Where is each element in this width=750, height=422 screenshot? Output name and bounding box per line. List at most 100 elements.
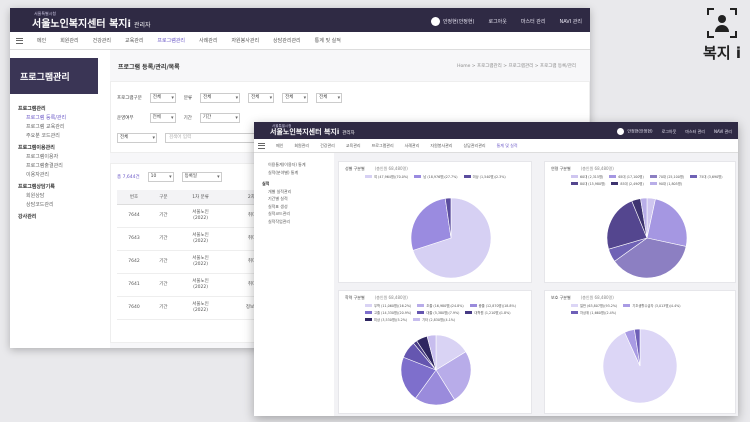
legend-swatch xyxy=(649,182,657,185)
legend-label: 기초생활수급자 (3,013명)(4.4%) xyxy=(632,304,681,308)
sidebar-item[interactable]: 상담코드관리 xyxy=(18,201,98,210)
menu-icon[interactable] xyxy=(16,37,23,44)
extra-link[interactable]: NAVI 관리 xyxy=(559,18,582,25)
category-select-3[interactable]: 전체 xyxy=(282,93,309,103)
legend-item: 90대 (1,805명) xyxy=(649,181,682,186)
legend-label: 75대 (3,690명) xyxy=(699,175,723,179)
table-cell: 기간 xyxy=(151,296,176,320)
legend-swatch xyxy=(463,175,471,178)
filter-label-status: 운영여부 xyxy=(117,116,134,121)
sidebar-item[interactable]: 프로그램출결관리 xyxy=(18,162,98,171)
nav-item-volunteer[interactable]: 자원봉사관리 xyxy=(430,143,452,149)
period-from[interactable]: 기간 xyxy=(199,113,240,123)
sidebar-item[interactable]: 실적코드관리 xyxy=(262,210,334,218)
search-field-select[interactable]: 전체 xyxy=(117,133,157,143)
sidebar-item[interactable]: 프로그램 교육관리 xyxy=(18,123,98,132)
app-header: 서울특별시청 서울노인복지센터 복지i 관리자 안정현(안정현) 로그아웃 마스터… xyxy=(254,122,738,139)
sidebar-group[interactable]: 프로그램이용관리 xyxy=(18,144,98,153)
legend-label: 미상 (3,530명)(5.2%) xyxy=(374,318,408,322)
legend-item: 무학 (11,060명)(16.2%) xyxy=(365,303,411,308)
sidebar-item[interactable]: 프로그램이용자 xyxy=(18,153,98,162)
sidebar-item[interactable]: 주요분 코드관리 xyxy=(18,132,98,141)
mypage-link[interactable]: 마스터 관리 xyxy=(685,129,705,135)
sort-select[interactable]: 등록일 xyxy=(181,172,222,182)
nav-item-stats[interactable]: 통계 및 실적 xyxy=(497,143,518,149)
avatar-icon xyxy=(617,128,625,135)
logout-link[interactable]: 로그아웃 xyxy=(488,18,506,25)
app-header: 서울특별시청 서울노인복지센터 복지i 관리자 안정현(안정현) 로그아웃 마스터… xyxy=(10,8,590,32)
pie-chart-gender xyxy=(411,198,491,278)
sidebar-item[interactable]: 실적표 생성 xyxy=(262,203,334,211)
table-cell: 서울노인 (2022) xyxy=(175,296,226,320)
legend-label: 차상위 (1,660명)(2.4%) xyxy=(580,311,617,315)
table-cell: 기간 xyxy=(151,273,176,297)
search-input[interactable]: 검색어 입력 xyxy=(165,133,260,143)
sidebar-item[interactable]: 실적작업관리 xyxy=(262,218,334,226)
category-select-2[interactable]: 전체 xyxy=(248,93,275,103)
user-menu[interactable]: 안정현(안정현) xyxy=(617,128,653,135)
sidebar-item[interactable]: 이용통계(이용자) 통계 xyxy=(262,161,334,169)
legend-label: 65대 (17,100명) xyxy=(618,175,644,179)
nav-item-program[interactable]: 프로그램관리 xyxy=(157,37,185,44)
pie-chart-protection xyxy=(603,329,677,403)
sidebar-item[interactable]: 기간별 실적 xyxy=(262,195,334,203)
chart-title: 보호 구분별 (총인원 68,480명) xyxy=(551,295,614,300)
nav-item-case[interactable]: 사례관리 xyxy=(199,37,217,44)
logout-link[interactable]: 로그아웃 xyxy=(662,129,677,135)
user-menu[interactable]: 안정현(안정현) xyxy=(430,16,474,26)
nav-item-home[interactable]: 메인 xyxy=(276,143,283,149)
type-select[interactable]: 전체 xyxy=(149,93,176,103)
legend-swatch xyxy=(571,175,578,178)
sidebar-group[interactable]: 실적 xyxy=(262,180,334,188)
sidebar-item[interactable]: 프로그램 등록/관리 xyxy=(18,114,98,123)
legend-swatch xyxy=(571,182,578,185)
status-select[interactable]: 전체 xyxy=(149,113,176,123)
sidebar-item[interactable]: 이용자관리 xyxy=(18,171,98,180)
chart-card-age: 연령 구분별 (총인원 68,480명) 60대 (2,315명) 65대 (17,… xyxy=(544,161,736,283)
nav-item-health[interactable]: 건강관리 xyxy=(320,143,335,149)
sidebar-group[interactable]: 프로그램관리 xyxy=(18,105,98,114)
sidebar-item[interactable]: 회원상담 xyxy=(18,192,98,201)
legend-swatch xyxy=(365,304,372,307)
legend-item: 대학원 (1,210명)(1.8%) xyxy=(465,310,511,315)
nav-item-volunteer[interactable]: 자원봉사관리 xyxy=(231,37,259,44)
mypage-link[interactable]: 마스터 관리 xyxy=(521,18,546,25)
main-nav: 메인 회원관리 건강관리 교육관리 프로그램관리 사례관리 자원봉사관리 상담관… xyxy=(254,139,738,153)
sidebar-item[interactable]: 실적(분야별) 통계 xyxy=(262,169,334,177)
nav-item-members[interactable]: 회원관리 xyxy=(60,37,78,44)
legend-swatch xyxy=(417,304,425,307)
nav-item-home[interactable]: 메인 xyxy=(37,37,46,44)
legend-label: 중졸 (12,870명)(18.8%) xyxy=(478,304,516,308)
legend-swatch xyxy=(611,182,619,185)
legend-swatch xyxy=(469,304,477,307)
sidebar-item[interactable]: 개별 실적관리 xyxy=(262,188,334,196)
nav-item-program[interactable]: 프로그램관리 xyxy=(372,143,394,149)
column-header[interactable]: 1차 분류 xyxy=(175,190,226,205)
table-cell: 서울노인 (2022) xyxy=(175,250,226,274)
nav-item-stats[interactable]: 통계 및 실적 xyxy=(315,37,341,44)
legend-swatch xyxy=(417,311,425,314)
sidebar-group[interactable]: 프로그램상담기록 xyxy=(18,183,98,192)
legend-label: 대학원 (1,210명)(1.8%) xyxy=(474,311,511,315)
sidebar: 프로그램관리 프로그램관리 프로그램 등록/관리 프로그램 교육관리 주요분 코드관리… xyxy=(10,50,98,348)
legend-swatch xyxy=(571,304,578,307)
legend-item: 70대 (25,100명) xyxy=(649,174,684,179)
category-select-1[interactable]: 전체 xyxy=(200,93,241,103)
extra-link[interactable]: NAVI 관리 xyxy=(714,129,732,135)
table-cell: 7643 xyxy=(117,227,152,251)
app-title[interactable]: 서울노인복지센터 복지i 관리자 xyxy=(32,15,150,30)
sidebar-group[interactable]: 강사관리 xyxy=(18,213,98,222)
category-select-4[interactable]: 전체 xyxy=(316,93,343,103)
column-header[interactable]: 구분 xyxy=(151,190,176,205)
menu-icon[interactable] xyxy=(258,142,265,149)
nav-item-counsel[interactable]: 상담관리관리 xyxy=(464,143,486,149)
nav-item-education[interactable]: 교육관리 xyxy=(346,143,361,149)
nav-item-counsel[interactable]: 상담관리관리 xyxy=(273,37,301,44)
column-header[interactable]: 번호 xyxy=(117,190,152,205)
page-size-select[interactable]: 10 xyxy=(147,172,174,182)
table-cell: 서울노인 (2022) xyxy=(175,273,226,297)
nav-item-case[interactable]: 사례관리 xyxy=(405,143,420,149)
nav-item-health[interactable]: 건강관리 xyxy=(93,37,111,44)
nav-item-members[interactable]: 회원관리 xyxy=(294,143,309,149)
nav-item-education[interactable]: 교육관리 xyxy=(125,37,143,44)
